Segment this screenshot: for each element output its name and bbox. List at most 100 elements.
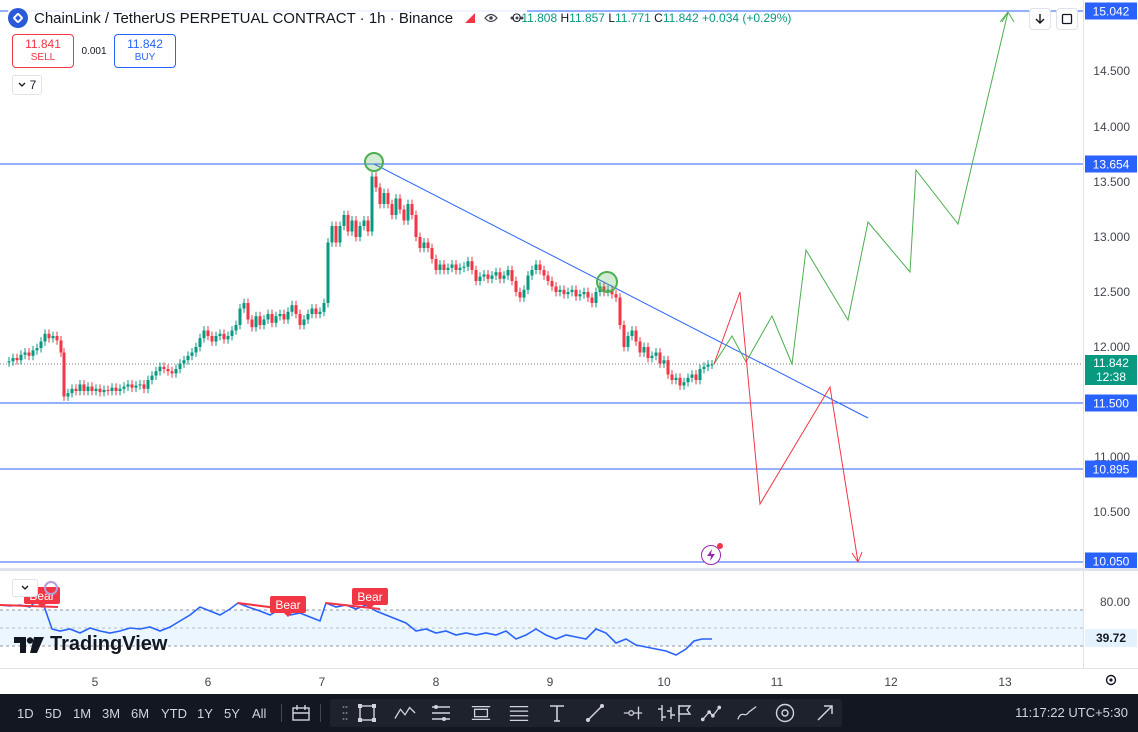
candle xyxy=(538,264,542,270)
price-label: 13.000 xyxy=(1093,230,1130,244)
candle xyxy=(246,303,250,320)
candle xyxy=(39,341,43,349)
fullscreen-button[interactable] xyxy=(1056,8,1078,30)
chainlink-logo-icon xyxy=(8,8,28,28)
symbol-legend[interactable]: ChainLink / TetherUS PERPETUAL CONTRACT … xyxy=(8,6,528,30)
bear-divergence-line xyxy=(0,604,59,608)
forecast-icon[interactable] xyxy=(470,702,492,724)
candle xyxy=(338,226,342,243)
candle xyxy=(586,292,590,298)
trend-line-icon[interactable] xyxy=(584,702,606,724)
price-chart-canvas[interactable] xyxy=(0,0,1083,568)
timeframe-ytd[interactable]: YTD xyxy=(161,694,187,732)
bear-label-text: Bear xyxy=(275,598,300,612)
candle xyxy=(402,209,406,221)
settings-gear-icon[interactable] xyxy=(1104,673,1118,690)
main-chart-pane[interactable]: ChainLink / TetherUS PERPETUAL CONTRACT … xyxy=(0,0,1083,568)
text-tool-icon[interactable] xyxy=(546,702,568,724)
candle xyxy=(11,358,15,362)
price-scale[interactable]: 14.500 14.000 13.500 13.000 12.500 12.00… xyxy=(1083,0,1138,570)
price-label: 10.500 xyxy=(1093,505,1130,519)
candle xyxy=(254,316,258,328)
timeframe-5y[interactable]: 5Y xyxy=(224,694,240,732)
timeframe-5d[interactable]: 5D xyxy=(45,694,62,732)
indicator-count: 7 xyxy=(29,78,37,92)
candle xyxy=(374,176,378,188)
timeframe-1d[interactable]: 1D xyxy=(17,694,34,732)
candle xyxy=(242,303,246,309)
indicators-toggle-button[interactable]: 7 xyxy=(12,75,42,95)
long-position-icon[interactable] xyxy=(430,702,452,724)
candle xyxy=(462,266,466,268)
rsi-scale[interactable]: 80.00 39.72 xyxy=(1083,571,1138,668)
candle xyxy=(130,384,134,388)
candle xyxy=(190,352,194,356)
eye-icon[interactable] xyxy=(481,8,501,28)
timeframe-1m[interactable]: 1M xyxy=(73,694,91,732)
candle xyxy=(442,264,446,270)
candle xyxy=(454,264,458,270)
path-tool-icon[interactable] xyxy=(700,702,722,724)
candle xyxy=(574,289,578,297)
timeframe-all[interactable]: All xyxy=(252,694,266,732)
candle xyxy=(250,319,254,328)
candle xyxy=(506,270,510,276)
candle xyxy=(154,371,158,376)
fibonacci-icon[interactable] xyxy=(508,702,530,724)
bullish-projection-path xyxy=(713,11,1009,366)
symbol-title[interactable]: ChainLink / TetherUS PERPETUAL CONTRACT … xyxy=(34,10,453,27)
candle xyxy=(542,270,546,276)
candle xyxy=(670,374,674,380)
buy-label: BUY xyxy=(134,52,156,63)
brush-icon[interactable] xyxy=(736,702,758,724)
candle xyxy=(658,352,662,364)
candle xyxy=(634,330,638,342)
lightning-alert-icon[interactable] xyxy=(701,543,723,565)
timeframe-6m[interactable]: 6M xyxy=(131,694,149,732)
candle xyxy=(414,215,418,237)
price-tag-resistance: 13.654 xyxy=(1085,155,1137,173)
close-value: 11.842 xyxy=(662,11,699,25)
candle xyxy=(110,387,114,391)
candle xyxy=(214,336,218,342)
rsi-pane[interactable]: Bear Bear Bear TradingView xyxy=(0,571,1083,668)
candle xyxy=(226,336,230,340)
candle xyxy=(622,325,626,347)
bar-countdown: 12:38 xyxy=(1095,370,1127,384)
clock-timezone[interactable]: 11:17:22 UTC+5:30 xyxy=(1015,705,1128,720)
candle xyxy=(306,314,310,320)
candle xyxy=(566,292,570,295)
time-label: 9 xyxy=(546,675,554,689)
buy-button[interactable]: 11.842 BUY xyxy=(114,34,176,68)
time-scale[interactable]: 5 6 7 8 9 10 11 12 13 xyxy=(0,668,1138,694)
horizontal-ray-icon[interactable] xyxy=(622,702,644,724)
pattern-icon[interactable] xyxy=(394,702,416,724)
candle xyxy=(526,275,530,290)
flag-icon[interactable] xyxy=(674,702,696,724)
drag-handle-icon[interactable] xyxy=(334,702,356,724)
sell-button[interactable]: 11.841 SELL xyxy=(12,34,74,68)
download-button[interactable] xyxy=(1029,8,1051,30)
arrow-down-icon xyxy=(1035,14,1045,24)
candle xyxy=(270,314,274,323)
candle xyxy=(258,316,262,325)
candle xyxy=(394,198,398,215)
candle xyxy=(78,384,82,391)
bearish-projection-path xyxy=(713,291,859,563)
time-label: 13 xyxy=(998,675,1012,689)
tradingview-watermark[interactable]: TradingView xyxy=(14,633,167,656)
date-range-icon[interactable] xyxy=(290,702,312,724)
measure-icon[interactable] xyxy=(774,702,796,724)
timeframe-3m[interactable]: 3M xyxy=(102,694,120,732)
candle xyxy=(458,267,462,270)
select-rectangle-icon[interactable] xyxy=(356,702,378,724)
rsi-collapse-button[interactable] xyxy=(12,579,38,597)
candle xyxy=(70,388,74,394)
candle xyxy=(238,308,242,325)
candle xyxy=(318,311,322,314)
candle xyxy=(642,347,646,353)
arrow-icon[interactable] xyxy=(814,702,836,724)
timeframe-1y[interactable]: 1Y xyxy=(197,694,213,732)
candle xyxy=(314,308,318,314)
candle xyxy=(114,387,118,391)
